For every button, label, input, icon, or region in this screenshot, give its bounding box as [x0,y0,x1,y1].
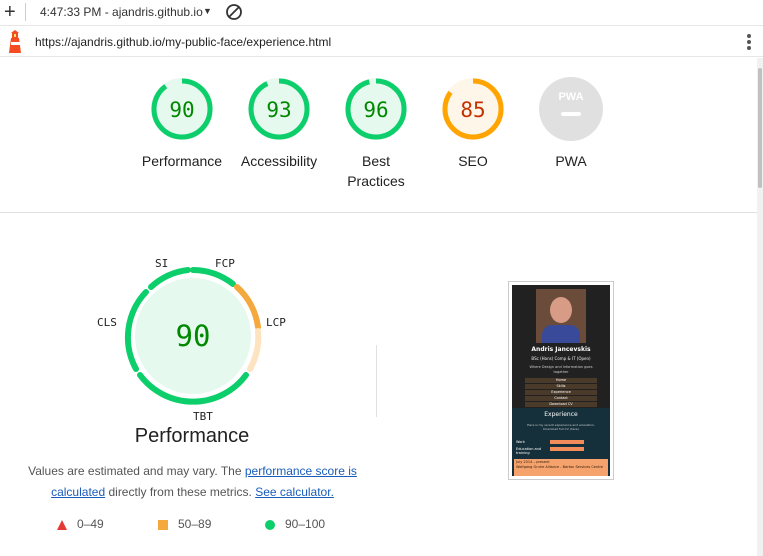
tab-time-title[interactable]: 4:47:33 PM - ajandris.github.io [40,5,203,19]
gauge-label: Best Practices [347,153,405,189]
note-text: Values are estimated and may vary. The [28,464,245,478]
legend-range: 50–89 [178,517,212,531]
page-screenshot-thumbnail[interactable]: Andris Jancevskis BSc (Hons) Comp & IT (… [508,281,614,480]
gauge-label: SEO [458,153,488,169]
performance-gauge-ring: 90 [151,78,213,140]
lcp-remainder-arc [247,328,262,372]
gauge-best-practices[interactable]: 96 Best Practices [326,77,426,191]
screenshot-name: Andris Jancevskis [531,346,591,353]
metric-label-lcp: LCP [266,316,286,329]
screenshot-experience-section: Experience Here is my recent experience … [512,408,610,476]
triangle-icon [57,519,67,530]
metric-label-si: SI [155,257,169,270]
note-text-middle: directly from these metrics. [105,485,256,499]
legend-fail: 0–49 [57,517,104,531]
more-options-icon[interactable] [744,33,754,51]
screenshot-job-card: July 2014 – present Wolfgang Gruhe Allia… [514,459,608,476]
best-practices-gauge-ring: 96 [345,78,407,140]
metric-label-fcp: FCP [215,257,235,270]
gauge-score: 96 [363,98,388,122]
toolbar-separator [25,3,26,21]
legend-range: 0–49 [77,517,104,531]
gauge-label: Accessibility [240,153,318,169]
circle-icon [265,519,275,530]
section-divider [0,212,757,213]
gauge-label: PWA [555,153,587,169]
new-tab-plus-icon[interactable]: + [4,2,16,22]
screenshot-subtitle: BSc (Hons) Comp & IT (Open) [531,356,591,361]
metric-label-tbt: TBT [193,410,213,423]
screenshot-nav-item: Experience [525,390,597,395]
screenshot-nav-item: Download CV [525,402,597,407]
block-icon[interactable] [225,3,243,21]
gauge-score: 85 [460,98,485,122]
legend-average: 50–89 [158,517,211,531]
profile-photo [536,289,586,343]
url-text[interactable]: https://ajandris.github.io/my-public-fac… [35,35,331,49]
performance-metric-gauge: 90 [124,267,262,405]
gauge-performance[interactable]: 90 Performance [132,77,232,171]
screenshot-section-title: Experience [544,411,578,418]
performance-title: Performance [134,425,250,447]
scrollbar-thumb[interactable] [758,68,762,188]
gauge-score: 93 [266,98,291,122]
performance-score: 90 [176,319,211,353]
screenshot-job-employer: Wolfgang Gruhe Alliance - Barton Service… [516,464,604,469]
screenshot-filter-label: Education and training [516,447,542,455]
screenshot-nav-item: Home [525,378,597,383]
lighthouse-icon [9,30,21,53]
metric-label-cls: CLS [97,316,117,329]
screenshot-filter-label: Work [516,440,525,444]
legend-range: 90–100 [285,517,326,531]
address-bar: https://ajandris.github.io/my-public-fac… [0,27,763,57]
seo-gauge-ring: 85 [442,78,504,140]
screenshot-nav-item: Skills [525,384,597,389]
gauge-score: 90 [169,98,194,122]
screenshot-section-text: Here is my recent experience and educati… [527,423,595,431]
vertical-scrollbar[interactable] [757,58,763,556]
screenshot-filter-bar [550,447,584,451]
screenshot-tagline: Where Design and Information goes togeth… [529,365,593,374]
accessibility-gauge-ring: 93 [248,78,310,140]
pwa-badge-text: PWA [558,91,583,103]
screenshot-filter-bar [550,440,584,444]
browser-top-bar: + 4:47:33 PM - ajandris.github.io ▼ [0,0,763,26]
estimate-note: Values are estimated and may vary. The p… [20,461,365,503]
pwa-badge-icon: PWA [539,77,603,141]
screenshot-content: Andris Jancevskis BSc (Hons) Comp & IT (… [512,285,610,476]
gauge-pwa[interactable]: PWA PWA [521,77,621,171]
screenshot-nav-item: Contact [525,396,597,401]
square-icon [158,519,168,530]
gauge-accessibility[interactable]: 93 Accessibility [229,77,329,171]
chevron-down-icon[interactable]: ▼ [203,6,212,16]
legend-pass: 90–100 [265,517,325,531]
gauge-label: Performance [141,153,223,169]
see-calculator-link[interactable]: See calculator. [255,485,334,499]
gauge-seo[interactable]: 85 SEO [423,77,523,171]
vertical-divider [376,345,377,417]
